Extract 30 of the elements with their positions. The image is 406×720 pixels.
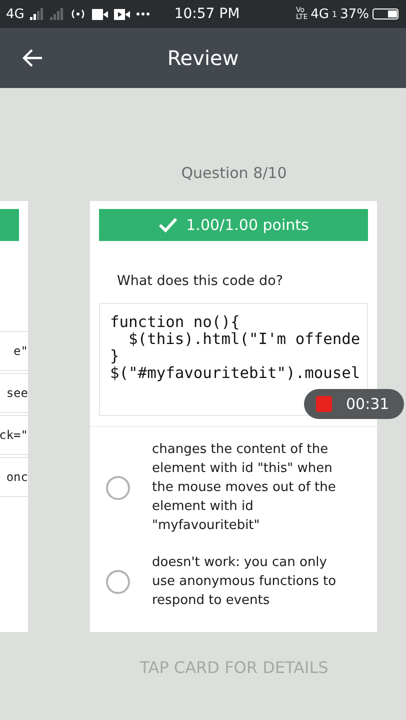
recording-indicator[interactable]: 00:31 <box>304 389 404 419</box>
option-text: doesn't work: you can only use anonymous functions to respond to events <box>152 554 338 610</box>
answer-option: see <box>0 373 28 413</box>
screen-title: Review <box>166 46 240 70</box>
battery-percent: 37% <box>340 6 369 22</box>
previous-card[interactable]: e" see ck=" onc <box>0 201 28 632</box>
more-icon <box>136 12 150 16</box>
stop-icon <box>316 396 332 412</box>
signal-icon <box>50 8 64 20</box>
question-text: What does this code do? <box>117 273 284 289</box>
radio-button[interactable] <box>106 570 130 594</box>
sim-label: 1 <box>332 10 338 18</box>
battery-icon <box>372 8 400 20</box>
video-icon <box>114 8 130 20</box>
option-text: changes the content of the element with id "this" when the mouse moves out of the element with id "myfavouritebit" <box>152 441 337 535</box>
network-label: 4G <box>310 6 329 22</box>
question-counter: Question 8/10 <box>181 164 287 182</box>
answer-option: ck=" <box>0 415 28 455</box>
points-score: 1.00/1.00 points <box>186 216 309 234</box>
answer-option: onc <box>0 457 28 497</box>
network-label: 4G <box>6 6 24 22</box>
hotspot-icon <box>70 7 86 21</box>
signal-icon <box>30 8 44 20</box>
back-button[interactable] <box>22 47 44 69</box>
answer-option: e" <box>0 331 28 371</box>
video-camera-icon <box>92 8 108 20</box>
recording-time: 00:31 <box>346 395 390 413</box>
clock-time: 10:57 PM <box>174 6 240 22</box>
check-icon <box>158 217 178 233</box>
radio-button[interactable] <box>106 476 130 500</box>
